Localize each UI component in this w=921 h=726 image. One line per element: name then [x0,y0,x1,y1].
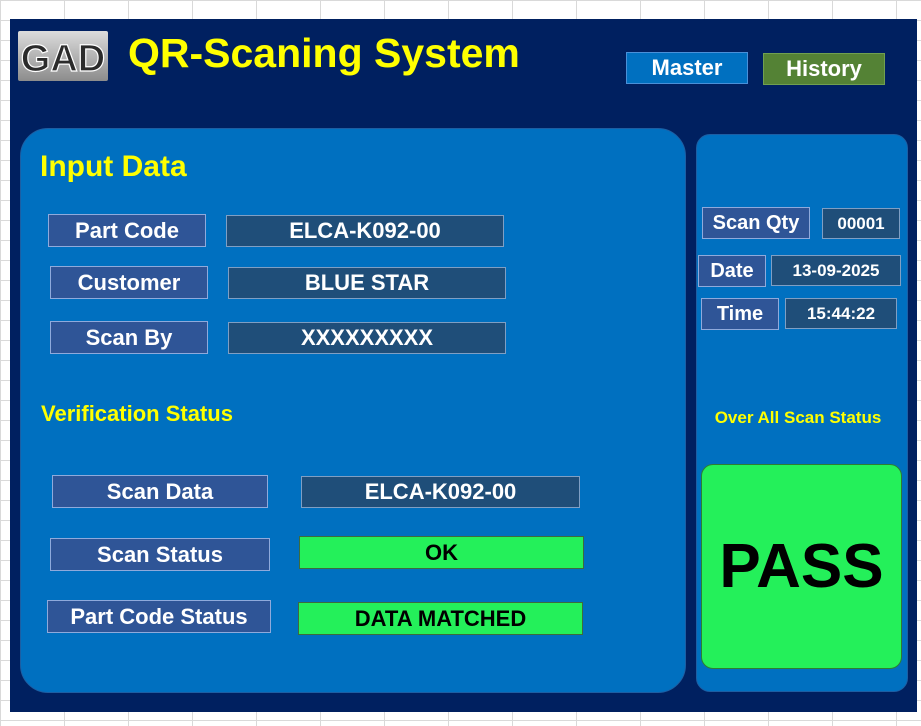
date-value: 13-09-2025 [771,255,901,286]
app-title: QR-Scaning System [128,30,520,76]
time-label: Time [701,298,779,330]
logo: GAD [18,31,108,81]
customer-label: Customer [50,266,208,299]
scan-data-value: ELCA-K092-00 [301,476,580,508]
part-code-status-label: Part Code Status [47,600,271,633]
scan-qty-value: 00001 [822,208,900,239]
input-data-heading: Input Data [40,150,187,183]
time-value: 15:44:22 [785,298,897,329]
overall-scan-status-label: Over All Scan Status [714,408,882,427]
scan-by-label: Scan By [50,321,208,354]
overall-status-indicator: PASS [701,464,902,669]
scan-status-label: Scan Status [50,538,270,571]
date-label: Date [698,255,766,287]
history-button[interactable]: History [763,53,885,85]
part-code-value: ELCA-K092-00 [226,215,504,247]
part-code-status-value: DATA MATCHED [298,602,583,635]
verification-status-heading: Verification Status [41,401,233,426]
scan-data-label: Scan Data [52,475,268,508]
scan-status-value: OK [299,536,584,569]
part-code-label: Part Code [48,214,206,247]
master-button[interactable]: Master [626,52,748,84]
logo-text: GAD [21,38,105,80]
scan-qty-label: Scan Qty [702,207,810,239]
customer-value: BLUE STAR [228,267,506,299]
overall-status-text: PASS [719,532,884,601]
scan-by-value: XXXXXXXXX [228,322,506,354]
